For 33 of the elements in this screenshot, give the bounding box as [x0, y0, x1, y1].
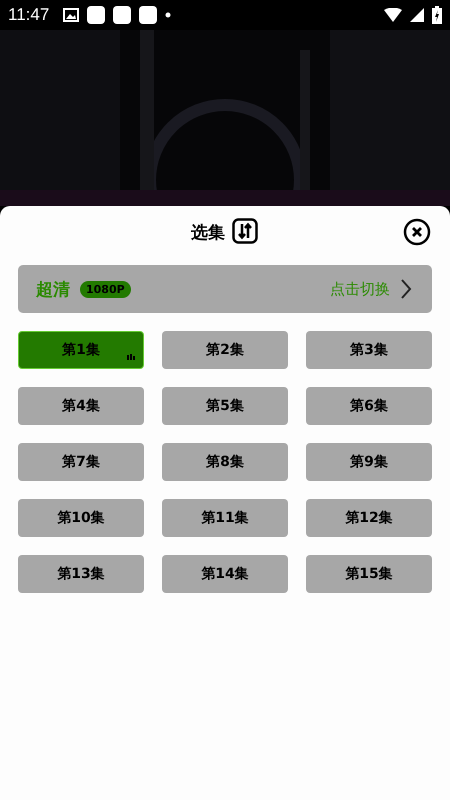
episode-button[interactable]: 第14集 — [162, 555, 288, 593]
signal-icon — [410, 8, 424, 22]
episode-button[interactable]: 第11集 — [162, 499, 288, 537]
notification-icon — [139, 6, 158, 24]
wifi-icon — [384, 8, 402, 22]
sort-button[interactable] — [231, 218, 259, 246]
playing-icon — [127, 354, 135, 360]
episode-button[interactable]: 第1集 — [18, 331, 144, 369]
status-time: 11:47 — [8, 5, 50, 25]
battery-icon — [432, 6, 442, 24]
episode-button[interactable]: 第12集 — [306, 499, 432, 537]
quality-label: 超清 — [36, 278, 70, 300]
episode-button[interactable]: 第10集 — [18, 499, 144, 537]
notification-icon — [87, 6, 106, 24]
chevron-right-icon — [400, 278, 412, 300]
dot-icon — [165, 12, 172, 18]
episode-button[interactable]: 第13集 — [18, 555, 144, 593]
episode-button[interactable]: 第2集 — [162, 331, 288, 369]
episode-button[interactable]: 第9集 — [306, 443, 432, 481]
episode-button[interactable]: 第15集 — [306, 555, 432, 593]
episode-button[interactable]: 第6集 — [306, 387, 432, 425]
quality-switch-bar[interactable]: 超清 1080P 点击切换 — [18, 265, 432, 313]
episode-button[interactable]: 第3集 — [306, 331, 432, 369]
episode-button[interactable]: 第8集 — [162, 443, 288, 481]
notification-icon — [113, 6, 132, 24]
image-icon — [63, 8, 80, 22]
sheet-title: 选集 — [191, 222, 225, 244]
switch-label: 点击切换 — [330, 280, 390, 298]
episode-button[interactable]: 第4集 — [18, 387, 144, 425]
episode-button[interactable]: 第5集 — [162, 387, 288, 425]
episode-button[interactable]: 第7集 — [18, 443, 144, 481]
close-button[interactable] — [402, 218, 432, 248]
resolution-badge: 1080P — [80, 280, 131, 298]
